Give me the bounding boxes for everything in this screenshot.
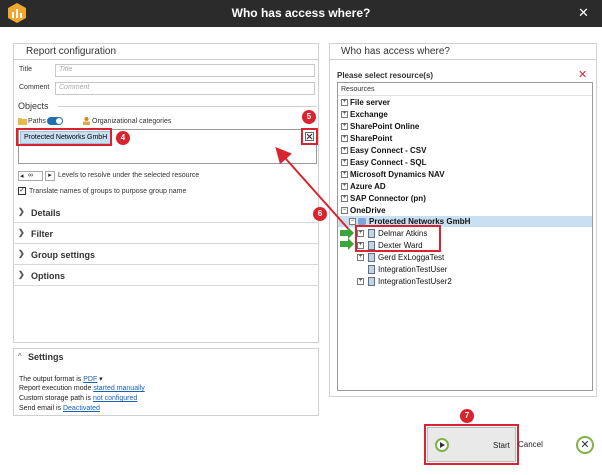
red-arrow-line	[275, 147, 353, 234]
cancel-x-icon: ✕	[576, 436, 594, 454]
annotation-arrows	[275, 147, 354, 250]
highlight-box	[424, 424, 519, 465]
cancel-button[interactable]: Cancel ✕	[518, 433, 596, 457]
green-arrow-icon	[340, 238, 354, 250]
cancel-label: Cancel	[518, 440, 543, 449]
step-badge: 7	[460, 409, 474, 423]
